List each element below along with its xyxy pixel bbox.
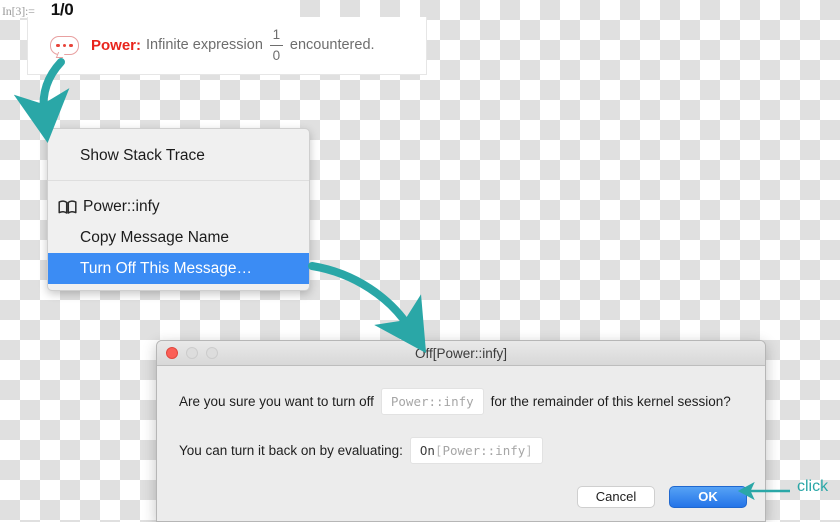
dialog-line1-after: for the remainder of this kernel session… — [490, 394, 731, 409]
menu-item-label: Turn Off This Message… — [80, 259, 252, 277]
dialog-title: Off[Power::infy] — [414, 345, 508, 361]
click-annotation-label: click — [797, 478, 829, 495]
zoom-button-icon[interactable] — [206, 347, 218, 359]
code-open-bracket: [ — [434, 443, 443, 458]
fraction-denominator: 0 — [272, 48, 281, 64]
dialog-line1-before: Are you sure you want to turn off — [179, 394, 374, 409]
screenshot-root: In[3]:= 1/0 Power: Infinite expression 1… — [0, 0, 840, 522]
dialog-line1-code: Power::infy — [380, 388, 484, 415]
dialog-titlebar[interactable]: Off[Power::infy] — [157, 341, 765, 366]
ok-button[interactable]: OK — [669, 486, 747, 508]
menu-item-show-stack-trace[interactable]: Show Stack Trace — [48, 139, 309, 172]
minimize-button-icon[interactable] — [186, 347, 198, 359]
arrow-to-dialog — [308, 262, 427, 354]
dialog-line2-code: On[Power::infy] — [409, 437, 543, 464]
menu-item-turn-off-this-message[interactable]: Turn Off This Message… — [48, 253, 309, 284]
cancel-button[interactable]: Cancel — [577, 486, 655, 508]
menu-item-label: Power::infy — [83, 197, 160, 215]
dialog-buttons: Cancel OK — [577, 486, 747, 508]
message-text: Power: Infinite expression 1 0 encounter… — [91, 28, 375, 62]
menu-item-label: Show Stack Trace — [80, 146, 205, 164]
menu-separator — [48, 180, 309, 181]
message-text-before: Infinite expression — [146, 37, 263, 54]
message-tag: Power — [91, 36, 137, 54]
close-button-icon[interactable] — [166, 347, 178, 359]
dialog-line-2: You can turn it back on by evaluating: O… — [179, 437, 743, 464]
fraction: 1 0 — [269, 27, 283, 64]
traffic-lights — [157, 347, 218, 359]
message-colon: : — [136, 36, 142, 54]
code-close-bracket: ] — [525, 443, 533, 458]
menu-item-label: Copy Message Name — [80, 228, 230, 246]
off-dialog: Off[Power::infy] Are you sure you want t… — [156, 340, 766, 522]
menu-item-copy-message-name[interactable]: Copy Message Name — [48, 222, 309, 253]
fraction-numerator: 1 — [272, 27, 281, 43]
message-cell: Power: Infinite expression 1 0 encounter… — [27, 17, 427, 75]
fraction-bar — [269, 44, 283, 47]
context-menu: Show Stack Trace Power::infy Copy Messag… — [47, 128, 310, 291]
message-text-after: encountered. — [289, 37, 375, 54]
menu-item-power-infy[interactable]: Power::infy — [48, 191, 309, 222]
code-head: On — [419, 443, 435, 458]
input-line: In[3]:= 1/0 — [0, 0, 300, 19]
dialog-line2-before: You can turn it back on by evaluating: — [179, 443, 403, 458]
code-body: Power::infy — [442, 443, 526, 458]
dialog-body: Are you sure you want to turn off Power:… — [157, 366, 765, 464]
book-icon — [58, 200, 77, 215]
ellipsis-speech-bubble-icon[interactable] — [50, 36, 79, 55]
dialog-line-1: Are you sure you want to turn off Power:… — [179, 388, 743, 415]
